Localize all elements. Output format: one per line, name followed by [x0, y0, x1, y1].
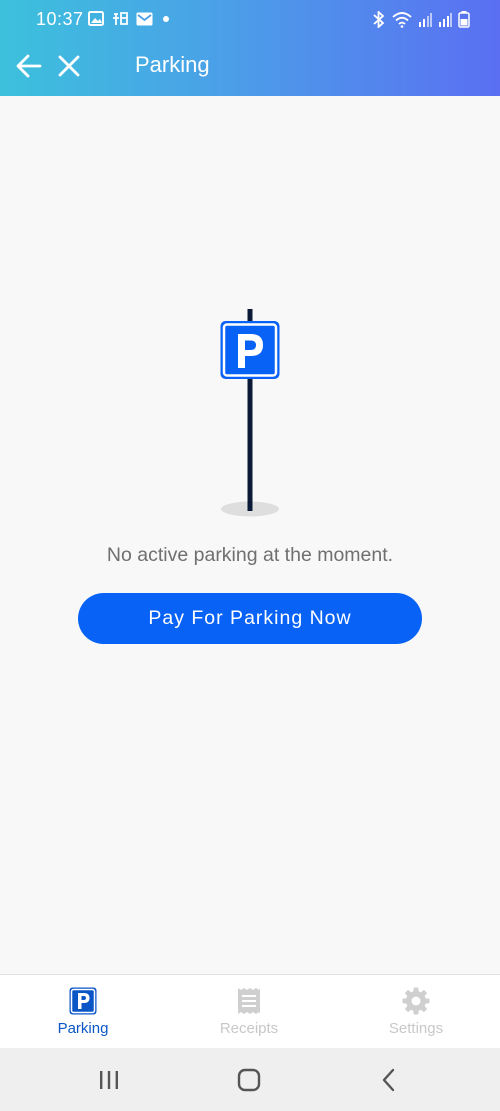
signal-icon: [438, 12, 452, 27]
pay-for-parking-button[interactable]: Pay For Parking Now: [78, 593, 422, 644]
status-left-icons: [88, 11, 171, 26]
status-bar: 10:37: [0, 0, 500, 40]
image-icon: [88, 11, 104, 26]
nav-item-parking[interactable]: Parking: [0, 975, 166, 1049]
mail-icon: [136, 12, 153, 26]
gear-icon: [401, 986, 431, 1016]
empty-state-message: No active parking at the moment.: [106, 544, 394, 566]
battery-icon: [458, 11, 470, 28]
close-icon[interactable]: [56, 52, 82, 80]
bottom-nav: Parking Receipts Settings: [0, 974, 500, 1049]
nav-label-parking: Parking: [57, 1020, 109, 1037]
dot-icon: [161, 14, 171, 24]
back-arrow-icon[interactable]: [14, 51, 44, 81]
home-icon[interactable]: [234, 1066, 264, 1094]
wifi-icon: [392, 11, 412, 28]
parking-icon: [68, 986, 98, 1016]
status-time: 10:37: [36, 9, 84, 29]
page-title: Parking: [135, 52, 210, 77]
status-right-icons: [372, 11, 470, 28]
recent-apps-icon[interactable]: [94, 1066, 124, 1094]
system-nav-bar: [0, 1048, 500, 1111]
signal-icon: [418, 12, 432, 27]
back-icon[interactable]: [374, 1066, 404, 1094]
nav-label-settings: Settings: [388, 1020, 444, 1037]
parking-sign-icon: [218, 306, 282, 520]
nav-item-receipts[interactable]: Receipts: [166, 975, 332, 1049]
nav-label-receipts: Receipts: [219, 1020, 279, 1037]
taobao-icon: [112, 11, 128, 26]
header: 10:37 Parking: [0, 0, 500, 96]
receipt-icon: [234, 986, 264, 1016]
bluetooth-icon: [372, 11, 386, 28]
nav-item-settings[interactable]: Settings: [333, 975, 499, 1049]
